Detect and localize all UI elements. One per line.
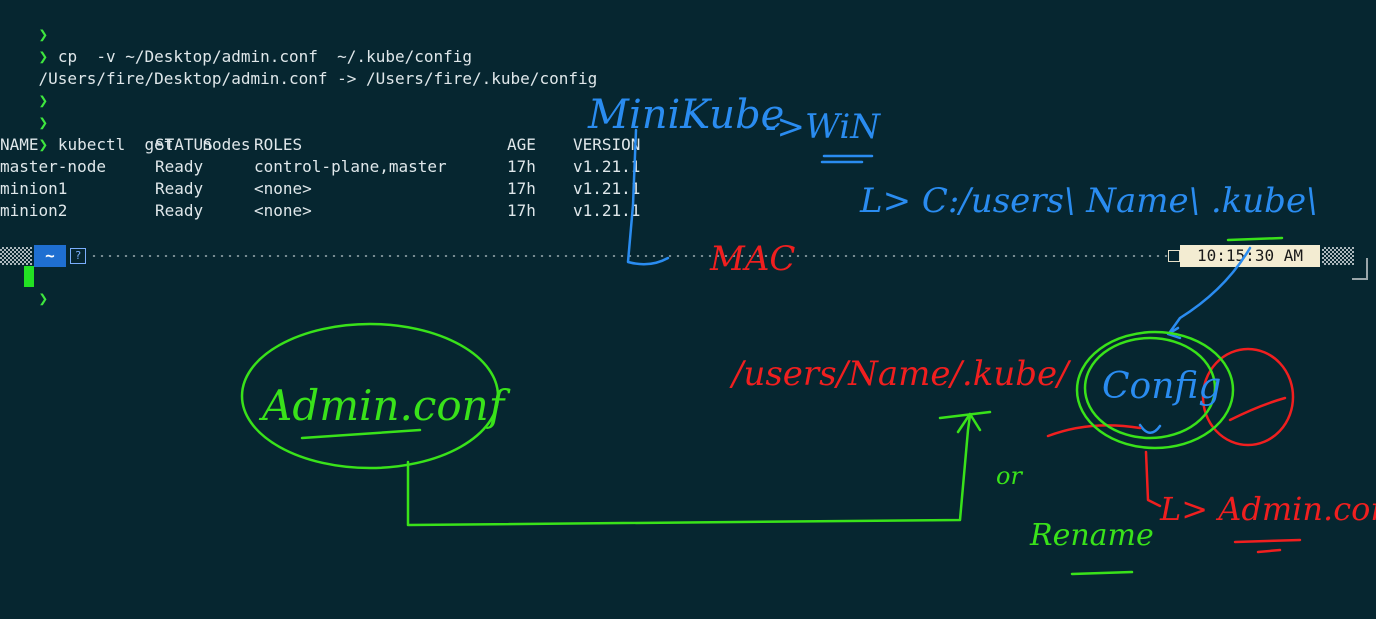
mac-path-label: /users/Name/.kube/: [729, 354, 1072, 394]
mac-label: MAC: [709, 239, 795, 279]
rename-underline: [1070, 570, 1134, 576]
config-label: Config: [1102, 366, 1221, 407]
or-label: or: [996, 462, 1023, 490]
kube-win-underline: [1226, 236, 1284, 242]
minikube-label: MiniKube: [587, 92, 784, 138]
rename-label: Rename: [1029, 518, 1154, 553]
adminconf-target-label: L> Admin.conf: [1159, 490, 1376, 528]
adminconf-underline: [1233, 538, 1302, 554]
time-to-config-arrow: [1168, 246, 1252, 334]
mac-pointer-line: [626, 128, 670, 266]
win-underline: [820, 154, 874, 164]
kube-underline: [938, 410, 992, 420]
annotation-layer: MiniKube ->WiN L> C:/users\ Name\ .kube\…: [240, 92, 1376, 576]
win-path-label: L> C:/users\ Name\ .kube\: [859, 181, 1318, 221]
win-label: ->WiN: [765, 107, 881, 147]
config-underline: [1138, 423, 1162, 434]
adminconf-label: Admin.conf: [258, 381, 511, 430]
adminconf-underline: [300, 428, 422, 440]
rename-arrow: [1144, 450, 1162, 508]
copy-arrow: [406, 413, 972, 527]
